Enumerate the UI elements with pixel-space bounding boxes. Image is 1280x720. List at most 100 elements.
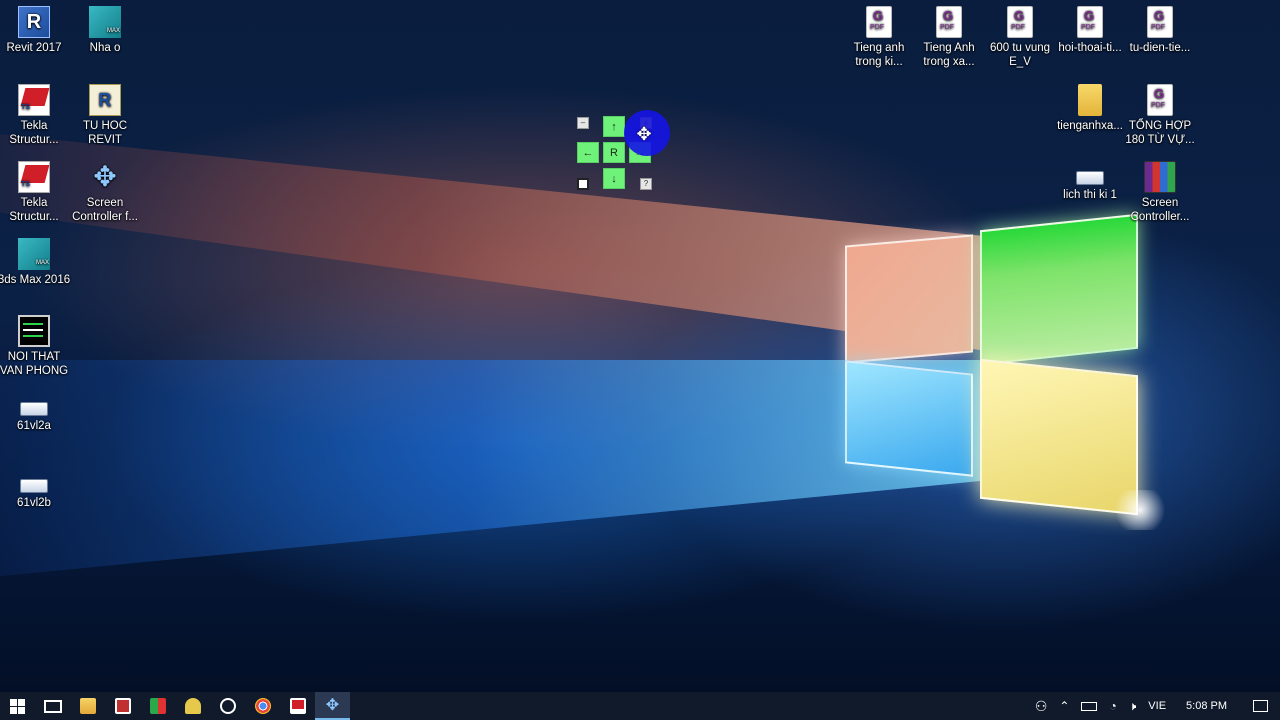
desktop-icon-folder-tienganh[interactable]: tienganhxa... [1052,84,1128,133]
speaker-icon: 🕨 [1128,698,1137,713]
desktop-icon-label: 61vl2a [17,420,51,432]
battery-button[interactable] [1075,692,1103,720]
desktop-icon-pdf-tieng-anh-2[interactable]: Tieng Anh trong xa... [911,6,987,69]
controller-up-button[interactable]: ↑ [603,116,625,137]
wifi-icon: ◔ [1109,699,1117,713]
taskbar-tekla[interactable] [280,692,315,720]
taskbar-app-1[interactable] [105,692,140,720]
desktop-icon-tekla-2[interactable]: Tekla Structur... [0,161,72,224]
taskbar: ✥ ⚇ ⌃ ◔ 🕨 VIE 5:08 PM [0,692,1280,720]
desktop-icon-label: Revit 2017 [6,42,62,54]
battery-icon [1081,701,1098,711]
windows-logo-pane [980,213,1138,366]
desktop-icon-label: lich thi ki 1 [1063,189,1117,201]
desktop-icon-tekla-1[interactable]: Tekla Structur... [0,84,72,147]
chrome-icon [254,698,271,714]
app-icon [149,698,166,714]
desktop-icon-pdf-600-tu-vung[interactable]: 600 tu vung E_V [982,6,1058,69]
pdf-icon [1077,6,1103,38]
pdf-icon [1147,6,1173,38]
folder-icon [1078,84,1102,116]
desktop-icon-screen-controller-rar[interactable]: Screen Controller... [1122,161,1198,224]
tekla-icon [18,84,50,116]
desktop-icon-61vl2b[interactable]: 61vl2b [0,469,72,510]
people-button[interactable]: ⚇ [1029,692,1054,720]
desktop-icon-lich-thi[interactable]: lich thi ki 1 [1052,161,1128,202]
desktop-icon-label: hoi-thoai-ti... [1058,42,1122,54]
screen-controller-icon: ✥ [325,697,340,714]
wallpaper-glow [1110,490,1170,530]
desktop-icon-label: Tekla Structur... [9,197,59,223]
show-hidden-icons-button[interactable]: ⌃ [1053,692,1075,720]
desktop-icon-noi-that-van-phong[interactable]: NOI THAT VAN PHONG [0,315,72,378]
desktop-icon-label: Screen Controller... [1130,197,1190,223]
app-icon [184,698,201,714]
input-language-button[interactable]: VIE [1142,692,1172,720]
pdf-icon [866,6,892,38]
file-icon [1076,171,1104,185]
move-arrows-icon: ✥ [93,161,117,192]
taskbar-app-2[interactable] [140,692,175,720]
taskbar-chrome[interactable] [245,692,280,720]
desktop-icon-nha-o[interactable]: Nha o [67,6,143,55]
start-button[interactable] [0,692,35,720]
screen-video-icon [18,315,50,347]
pdf-icon [1007,6,1033,38]
wallpaper-light-beam [0,130,980,350]
taskbar-app-4[interactable] [210,692,245,720]
desktop-icon-pdf-tu-dien[interactable]: tu-dien-tie... [1122,6,1198,55]
clock-button[interactable]: 5:08 PM [1172,692,1241,720]
action-center-button[interactable] [1241,692,1280,720]
taskbar-app-3[interactable] [175,692,210,720]
taskbar-file-explorer[interactable] [70,692,105,720]
tekla-icon [18,161,50,193]
chevron-up-icon: ⌃ [1059,699,1070,713]
desktop-icon-label: Tieng Anh trong xa... [923,42,975,68]
desktop-icon-screen-controller[interactable]: ✥ Screen Controller f... [67,161,143,224]
app-icon [114,698,131,714]
desktop-icon-label: 3ds Max 2016 [0,274,71,286]
controller-stop-button[interactable] [577,178,589,190]
notification-icon [1253,700,1268,712]
controller-left-button[interactable]: ← [577,142,599,163]
desktop-icon-pdf-hoi-thoai[interactable]: hoi-thoai-ti... [1052,6,1128,55]
desktop-icon-61vl2a[interactable]: 61vl2a [0,392,72,433]
desktop-icon-revit-2017[interactable]: R Revit 2017 [0,6,72,55]
app-icon [219,698,236,714]
desktop-icon-label: Tieng anh trong ki... [853,42,905,68]
file-icon [20,479,48,493]
file-explorer-icon [79,698,96,714]
task-view-icon [43,699,62,713]
winrar-icon [1144,161,1176,193]
system-tray: ⚇ ⌃ ◔ 🕨 VIE 5:08 PM [1029,692,1280,720]
controller-help-button[interactable]: ? [640,178,652,190]
tekla-icon [289,698,306,714]
desktop-icon-label: tienganhxa... [1057,120,1123,132]
windows-logo-pane [845,360,973,477]
controller-down-button[interactable]: ↓ [603,168,625,189]
taskbar-screen-controller[interactable]: ✥ [315,692,350,720]
desktop-icon-pdf-tieng-anh-1[interactable]: Tieng anh trong ki... [841,6,917,69]
windows-logo-pane [845,234,973,364]
desktop-icon-label: Nha o [89,42,121,54]
3dsmax-icon [18,238,50,270]
desktop-icon-label: Tekla Structur... [9,120,59,146]
pdf-icon [1147,84,1173,116]
task-view-button[interactable] [35,692,70,720]
volume-button[interactable]: 🕨 [1123,692,1143,720]
windows-start-icon [10,698,25,714]
desktop-icon-tu-hoc-revit[interactable]: R TU HOC REVIT [67,84,143,147]
wallpaper-light-beam [0,360,980,580]
language-label: VIE [1148,700,1167,712]
3dsmax-icon [89,6,121,38]
desktop-icon-pdf-tong-hop[interactable]: TỔNG HỢP 180 TỪ VỰ... [1122,84,1198,147]
controller-minimize-button[interactable]: – [577,117,589,129]
revit-book-icon: R [89,84,121,116]
move-cursor-icon: ✥ [636,124,652,144]
desktop-icon-3ds-max-2016[interactable]: 3ds Max 2016 [0,238,72,287]
clock-time: 5:08 PM [1186,700,1227,712]
controller-reset-button[interactable]: R [603,142,625,163]
desktop-icon-label: tu-dien-tie... [1129,42,1191,54]
desktop-icon-label: TỔNG HỢP 180 TỪ VỰ... [1125,120,1195,146]
network-button[interactable]: ◔ [1103,692,1122,720]
